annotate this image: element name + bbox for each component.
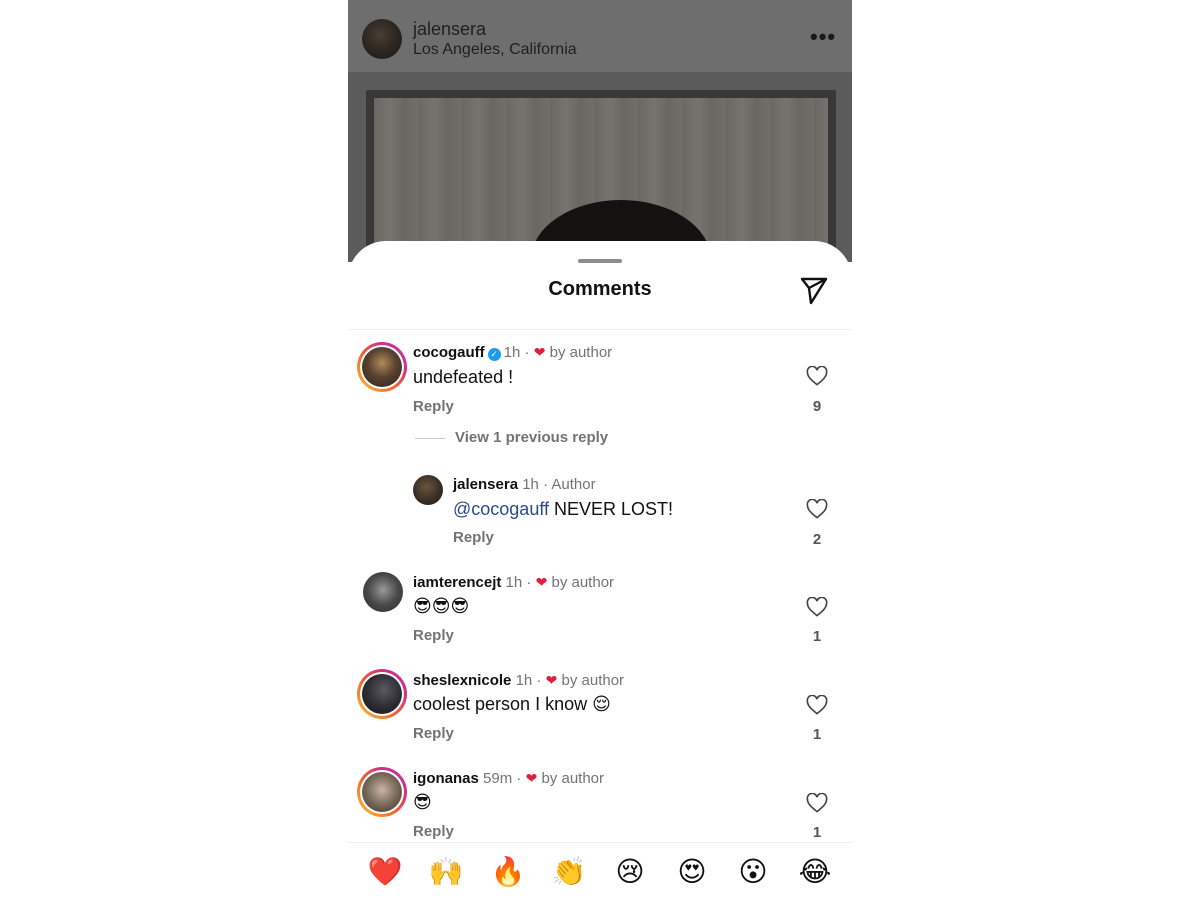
comment-text: coolest person I know 😌 — [413, 694, 611, 714]
thread-line — [415, 437, 445, 439]
avatar[interactable] — [357, 767, 407, 817]
comment-time: 59m — [483, 770, 513, 787]
comment-text: 😎 — [413, 792, 432, 812]
reply-button[interactable]: Reply — [453, 529, 494, 546]
like-count: 1 — [812, 824, 822, 841]
emoji-heart-eyes-button[interactable]: 😍 — [672, 854, 712, 890]
comment-meta: jalensera 1h · Author — [453, 476, 596, 493]
heart-outline-icon[interactable] — [806, 499, 828, 519]
post-author-avatar[interactable] — [362, 19, 402, 59]
like-count: 9 — [812, 398, 822, 415]
liked-by-author: by author — [551, 574, 615, 591]
author-label: Author — [551, 476, 596, 493]
separator: · — [543, 476, 549, 493]
author-heart-icon: ❤ — [533, 344, 546, 360]
comment-username[interactable]: jalensera — [453, 476, 518, 493]
sheet-title: Comments — [548, 278, 652, 300]
post-location[interactable]: Los Angeles, California — [413, 41, 577, 59]
comment-username[interactable]: iamterencejt — [413, 574, 501, 591]
share-icon[interactable] — [799, 275, 829, 305]
liked-by-author: by author — [541, 770, 605, 787]
comment-body: NEVER LOST! — [549, 499, 674, 519]
emoji-reaction-bar: ❤️ 🙌 🔥 👏 😢 😍 😮 😂 — [348, 842, 852, 900]
comment-username[interactable]: igonanas — [413, 770, 479, 787]
reply-button[interactable]: Reply — [413, 823, 454, 840]
comment-meta: iamterencejt 1h · ❤ by author — [413, 574, 614, 591]
emoji-raised-hands-button[interactable]: 🙌 — [426, 854, 466, 890]
like-count: 2 — [812, 531, 822, 548]
avatar[interactable] — [413, 475, 443, 505]
comment-text: @cocogauff NEVER LOST! — [453, 499, 673, 520]
view-replies-label: View 1 previous reply — [455, 429, 609, 446]
view-previous-replies[interactable]: View 1 previous reply — [415, 429, 608, 446]
heart-outline-icon[interactable] — [806, 366, 828, 386]
avatar[interactable] — [357, 669, 407, 719]
mention-link[interactable]: @cocogauff — [453, 499, 549, 519]
emoji-crying-button[interactable]: 😢 — [610, 854, 650, 890]
heart-outline-icon[interactable] — [806, 793, 828, 813]
author-heart-icon: ❤ — [525, 770, 538, 786]
emoji-clap-button[interactable]: 👏 — [549, 854, 589, 890]
phone-screen: jalensera Los Angeles, California ••• Co… — [348, 0, 852, 900]
liked-by-author: by author — [549, 344, 613, 361]
comment-meta: igonanas 59m · ❤ by author — [413, 770, 604, 787]
comment-time: 1h — [505, 574, 523, 591]
emoji-laughing-button[interactable]: 😂 — [795, 854, 835, 890]
comment-time: 1h — [503, 344, 521, 361]
comment-username[interactable]: sheslexnicole — [413, 672, 511, 689]
separator: · — [536, 672, 542, 689]
more-options-icon[interactable]: ••• — [810, 24, 836, 50]
comment-meta: cocogauff ✓ 1h · ❤ by author — [413, 344, 612, 361]
avatar[interactable] — [363, 572, 403, 612]
post-image — [348, 72, 852, 320]
comment-username[interactable]: cocogauff — [413, 344, 485, 361]
post-header: jalensera Los Angeles, California ••• — [348, 0, 852, 72]
emoji-heart-button[interactable]: ❤️ — [365, 854, 405, 890]
avatar[interactable] — [357, 342, 407, 392]
reply-button[interactable]: Reply — [413, 398, 454, 415]
like-count: 1 — [812, 628, 822, 645]
author-heart-icon: ❤ — [545, 672, 558, 688]
separator: · — [516, 770, 522, 787]
separator: · — [526, 574, 532, 591]
emoji-surprised-button[interactable]: 😮 — [733, 854, 773, 890]
heart-outline-icon[interactable] — [806, 597, 828, 617]
separator: · — [524, 344, 530, 361]
comment-meta: sheslexnicole 1h · ❤ by author — [413, 672, 624, 689]
comment-text: 😎😎😎 — [413, 596, 470, 616]
verified-badge-icon: ✓ — [487, 348, 501, 361]
reply-button[interactable]: Reply — [413, 725, 454, 742]
liked-by-author: by author — [561, 672, 625, 689]
comment-time: 1h — [515, 672, 533, 689]
comment-time: 1h — [522, 476, 539, 493]
author-heart-icon: ❤ — [535, 574, 548, 590]
reply-button[interactable]: Reply — [413, 627, 454, 644]
sheet-divider — [348, 329, 852, 330]
heart-outline-icon[interactable] — [806, 695, 828, 715]
post-author-username[interactable]: jalensera — [413, 19, 486, 40]
like-count: 1 — [812, 726, 822, 743]
comments-sheet: Comments cocogauff ✓ 1h · ❤ by author unde… — [348, 241, 852, 900]
comment-text: undefeated ! — [413, 367, 514, 387]
sheet-grabber[interactable] — [578, 259, 622, 263]
emoji-fire-button[interactable]: 🔥 — [488, 854, 528, 890]
